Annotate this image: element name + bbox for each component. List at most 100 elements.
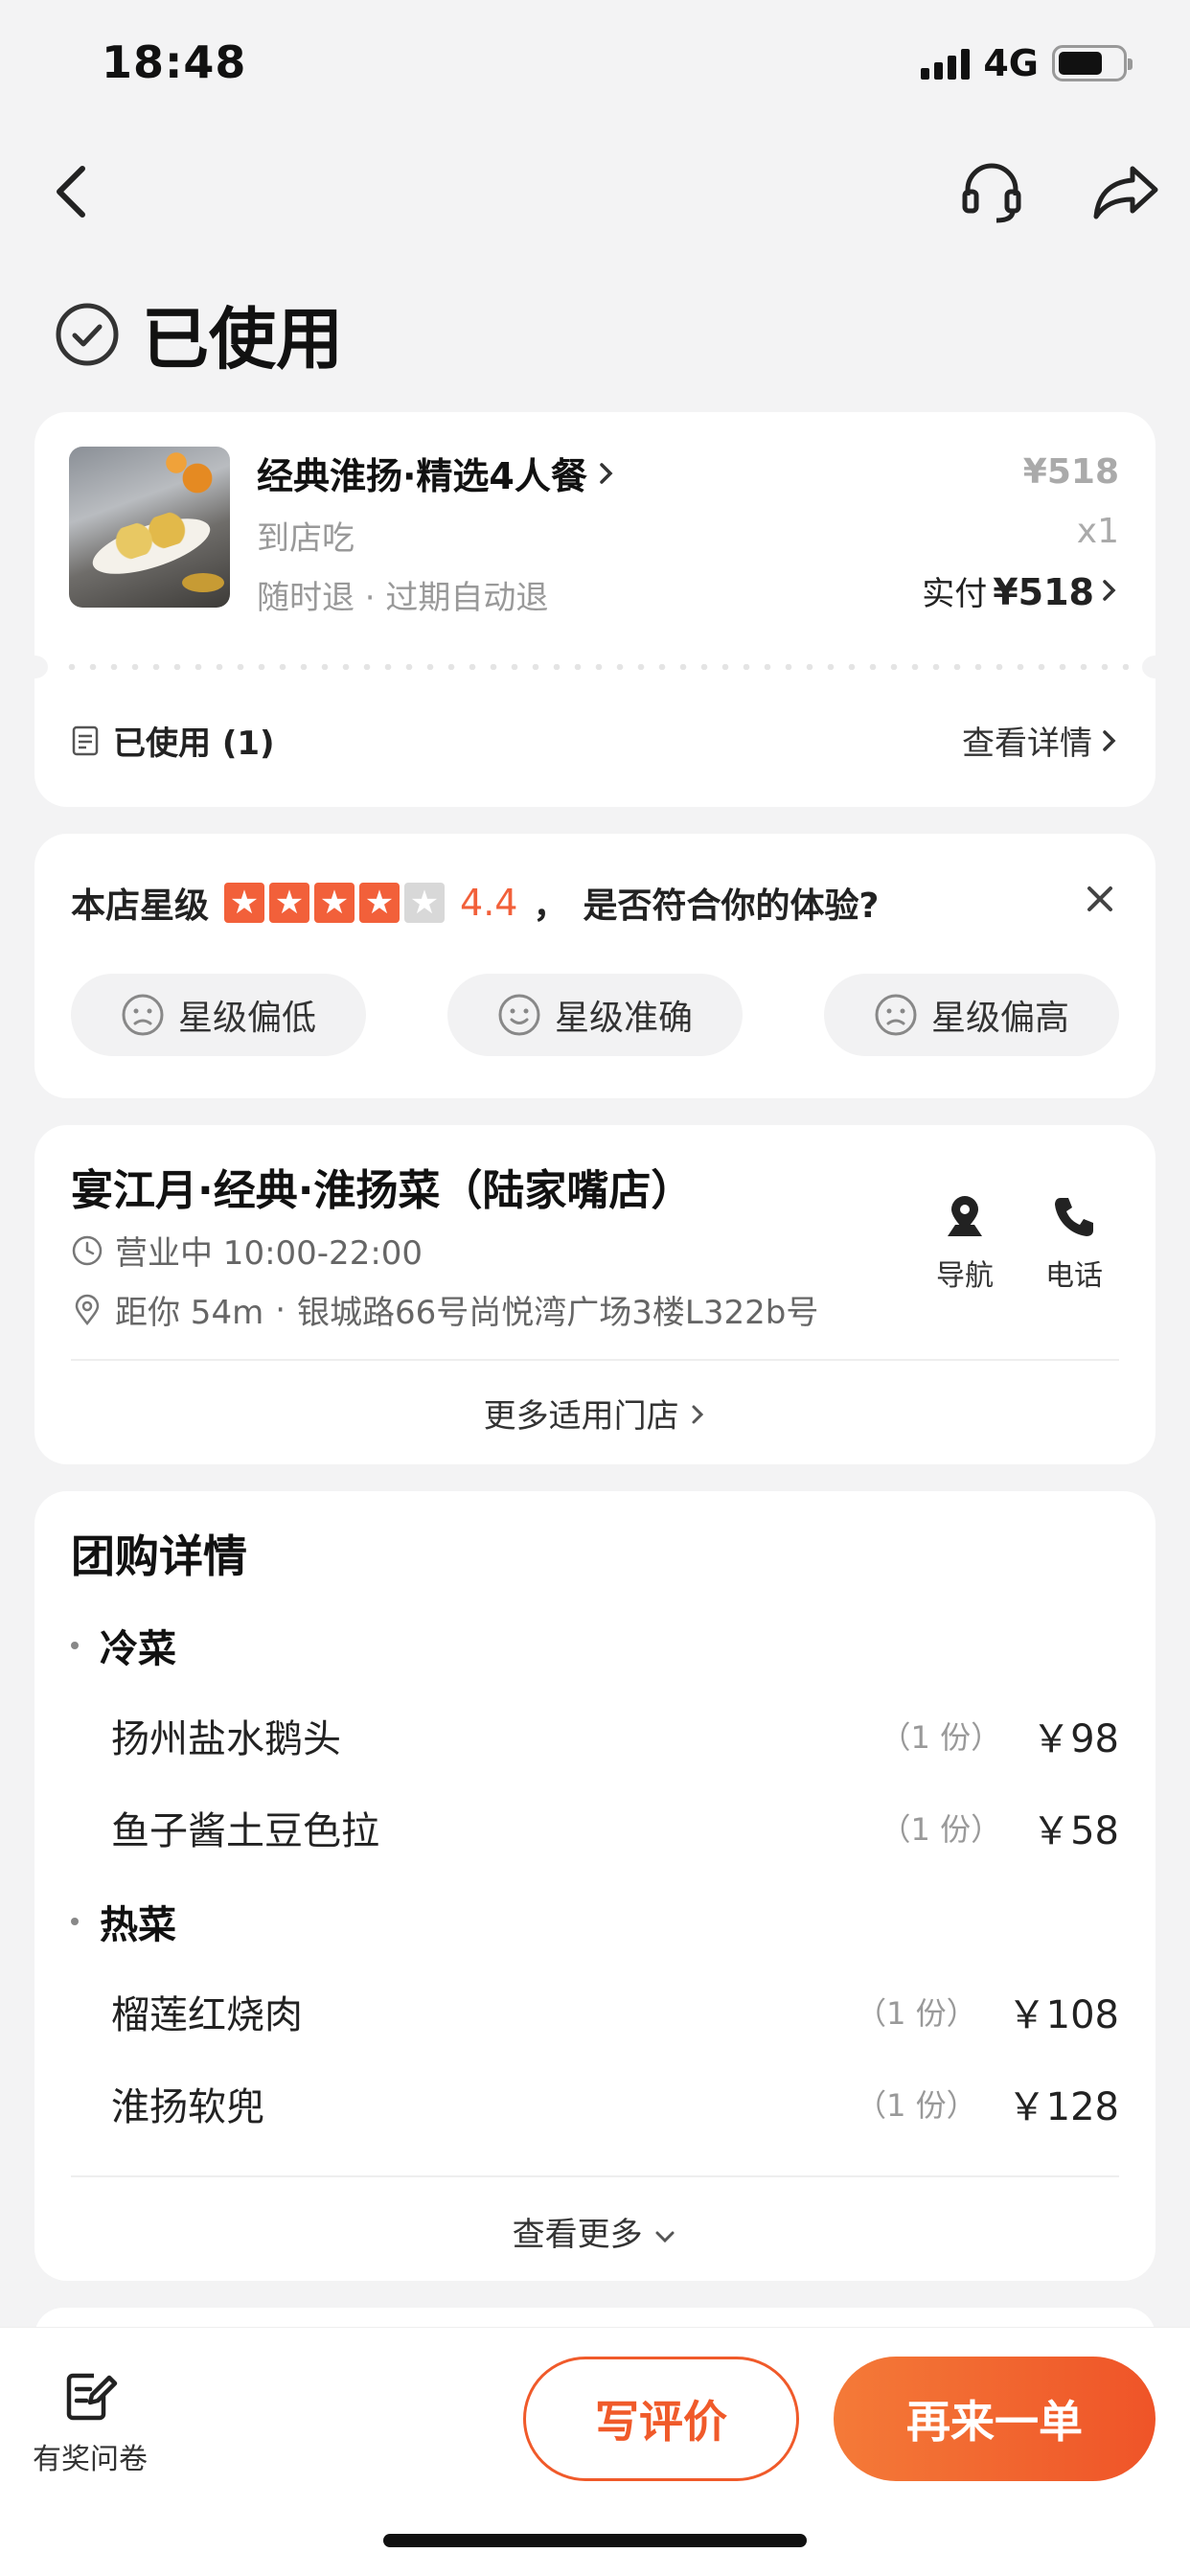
deal-price: ¥518 (1022, 452, 1119, 492)
menu-item: 榴莲红烧肉 （1 份） ￥108 (111, 1984, 1119, 2039)
share-button[interactable] (1090, 157, 1161, 224)
paid-amount-link[interactable]: 实付 ¥518 (922, 567, 1119, 614)
rating-value: 4.4 (460, 882, 518, 924)
menu-item: 鱼子酱土豆色拉 （1 份） ￥58 (111, 1800, 1119, 1855)
share-icon (1093, 166, 1158, 219)
paid-amount: ¥518 (993, 571, 1094, 613)
item-price: ￥58 (1032, 1809, 1119, 1853)
battery-icon (1052, 45, 1133, 81)
rating-row: 本店星级 ★ ★ ★ ★ ★ 4.4 ， 是否符合你的体验? (71, 878, 879, 928)
ticket-divider (21, 656, 1169, 678)
used-label: 已使用 (1) (113, 724, 275, 763)
rating-separator: ， (533, 886, 568, 926)
document-icon (72, 725, 99, 755)
group-buy-details-card: 团购详情 冷菜 扬州盐水鹅头 （1 份） ￥98 鱼子酱土豆色拉 （1 份） ￥… (34, 1491, 1156, 2281)
group-buy-title: 团购详情 (71, 1530, 247, 1582)
chevron-down-icon (655, 2231, 675, 2243)
signal-icon (921, 47, 971, 80)
chevron-right-icon (1103, 580, 1116, 601)
deal-thumbnail[interactable] (69, 447, 230, 608)
item-price: ￥108 (1007, 1993, 1119, 2037)
chevron-left-icon (57, 166, 85, 218)
shop-address: 银城路66号尚悦湾广场3楼L322b号 (297, 1294, 819, 1332)
view-details-link[interactable]: 查看详情 (962, 717, 1119, 764)
sad-face-icon (122, 994, 164, 1036)
survey-label: 有奖问卷 (33, 2443, 148, 2476)
rating-low-button[interactable]: 星级偏低 (71, 974, 366, 1056)
rating-accurate-label: 星级准确 (554, 999, 693, 1038)
shop-card: 宴江月·经典·淮扬菜（陆家嘴店） 营业中 10:00-22:00 距你 54m … (34, 1125, 1156, 1464)
category-cold-dishes: 冷菜 (71, 1618, 176, 1673)
consume-type: 到店吃 (257, 519, 355, 558)
write-review-button[interactable]: 写评价 (523, 2357, 799, 2481)
see-more-button[interactable]: 查看更多 (34, 2208, 1156, 2255)
category-hot-dishes: 热菜 (71, 1894, 176, 1949)
menu-item: 扬州盐水鹅头 （1 份） ￥98 (111, 1708, 1119, 1763)
refund-policy: 随时退 · 过期自动退 (257, 579, 549, 617)
call-button[interactable]: 电话 (1031, 1192, 1117, 1294)
shop-hours-row: 营业中 10:00-22:00 (71, 1227, 423, 1274)
item-quantity: （1 份） (880, 1719, 1002, 1756)
network-label: 4G (983, 42, 1039, 84)
smile-face-icon (498, 994, 540, 1036)
bullet-icon (71, 1918, 79, 1925)
deal-name-link[interactable]: 经典淮扬·精选4人餐 (257, 447, 616, 499)
more-shops-link[interactable]: 更多适用门店 (34, 1390, 1156, 1437)
reorder-button[interactable]: 再来一单 (834, 2357, 1156, 2481)
headset-icon (962, 163, 1021, 223)
page-title-row: 已使用 (54, 286, 343, 382)
close-icon (1087, 886, 1112, 911)
rating-label: 本店星级 (71, 886, 210, 926)
sad-face-icon (875, 994, 917, 1036)
navigate-label: 导航 (936, 1259, 994, 1293)
order-card: 经典淮扬·精选4人餐 到店吃 随时退 · 过期自动退 ¥518 x1 实付 ¥5… (21, 412, 1169, 807)
category-name: 热菜 (100, 1903, 176, 1947)
rating-high-label: 星级偏高 (930, 999, 1069, 1038)
status-indicators: 4G (921, 42, 1133, 84)
customer-service-button[interactable] (958, 157, 1025, 224)
item-name: 鱼子酱土豆色拉 (111, 1809, 379, 1853)
divider (71, 2175, 1119, 2177)
phone-icon (1055, 1198, 1093, 1236)
rating-low-label: 星级偏低 (177, 999, 316, 1038)
shop-distance: 距你 54m (115, 1294, 264, 1332)
item-quantity: （1 份） (856, 1995, 977, 2032)
item-price: ￥128 (1007, 2085, 1119, 2129)
status-time: 18:48 (102, 36, 247, 88)
more-shops-label: 更多适用门店 (483, 1397, 679, 1436)
rating-accurate-button[interactable]: 星级准确 (447, 974, 743, 1056)
see-more-label: 查看更多 (512, 2216, 643, 2254)
back-button[interactable] (42, 153, 100, 230)
paid-label: 实付 (922, 575, 988, 613)
address-separator: · (275, 1290, 286, 1329)
star-icon: ★ (404, 883, 446, 923)
shop-hours: 营业中 10:00-22:00 (115, 1234, 423, 1273)
rating-high-button[interactable]: 星级偏高 (824, 974, 1119, 1056)
navigate-button[interactable]: 导航 (922, 1192, 1008, 1294)
used-count: 已使用 (1) (71, 717, 275, 764)
survey-button[interactable]: 有奖问卷 (33, 2366, 148, 2477)
page-title: 已使用 (142, 300, 343, 379)
category-name: 冷菜 (100, 1627, 176, 1671)
call-label: 电话 (1045, 1259, 1103, 1293)
close-button[interactable] (1083, 882, 1117, 916)
chevron-right-icon (1103, 729, 1116, 751)
check-circle-icon (56, 303, 119, 365)
rating-card: 本店星级 ★★★★★ 4.4 ， 是否符合你的体验? 星级偏低 星级准确 (34, 834, 1156, 1098)
location-pin-icon (75, 1294, 100, 1325)
item-name: 扬州盐水鹅头 (111, 1717, 341, 1761)
shop-name[interactable]: 宴江月·经典·淮扬菜（陆家嘴店） (71, 1156, 693, 1217)
chevron-right-icon (692, 1405, 704, 1424)
item-name: 榴莲红烧肉 (111, 1993, 303, 2037)
menu-item: 淮扬软兜 （1 份） ￥128 (111, 2076, 1119, 2131)
rating-question: 是否符合你的体验? (583, 886, 880, 926)
deal-name: 经典淮扬·精选4人餐 (257, 455, 587, 497)
shop-address-row: 距你 54m · 银城路66号尚悦湾广场3楼L322b号 (71, 1286, 818, 1333)
chevron-right-icon (600, 462, 613, 484)
bullet-icon (71, 1642, 79, 1649)
survey-edit-icon (66, 2373, 118, 2421)
item-quantity: （1 份） (880, 1811, 1002, 1848)
navigation-icon (948, 1196, 982, 1236)
star-icon: ★ (224, 883, 265, 923)
item-quantity: （1 份） (856, 2087, 977, 2124)
